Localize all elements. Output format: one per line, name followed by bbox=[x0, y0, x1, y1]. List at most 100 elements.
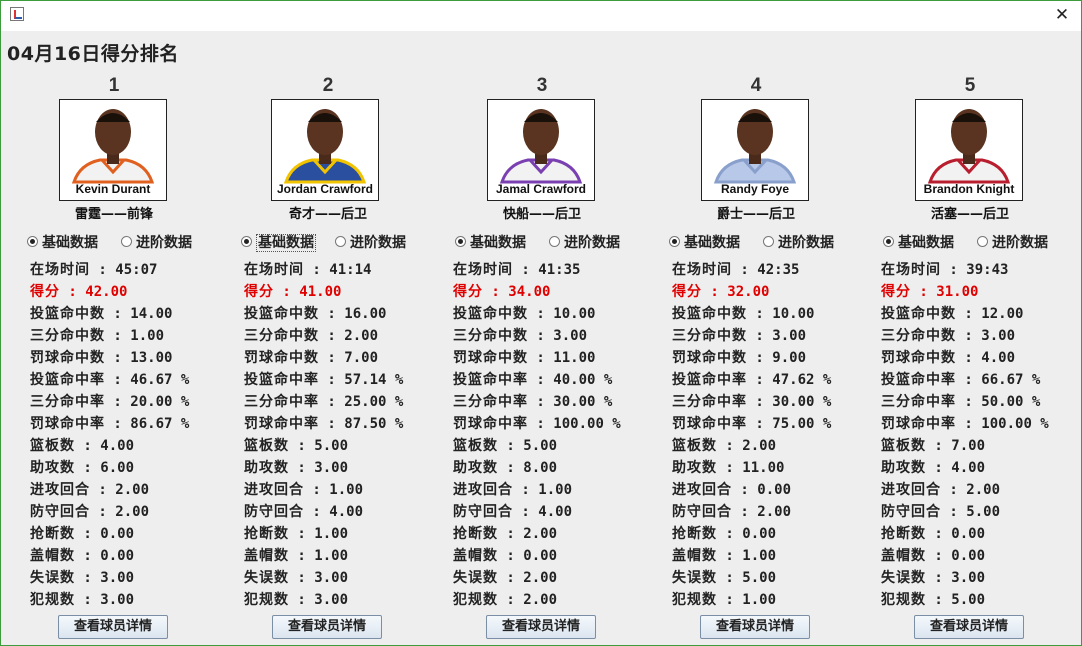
stat-row: 犯规数 : 1.00 bbox=[672, 589, 831, 611]
stat-row: 助攻数 : 11.00 bbox=[672, 457, 831, 479]
stat-separator: : bbox=[926, 438, 952, 454]
radio-advanced-data[interactable]: 进阶数据 bbox=[335, 232, 406, 251]
team-position: 雷霆——前锋 bbox=[74, 207, 153, 222]
stat-value: 47.62 % bbox=[772, 372, 832, 388]
view-player-detail-button[interactable]: 查看球员详情 bbox=[58, 615, 168, 639]
stat-label: 助攻数 bbox=[453, 460, 498, 476]
radio-basic-label: 基础数据 bbox=[898, 235, 954, 251]
stat-row: 篮板数 : 7.00 bbox=[881, 435, 1049, 457]
radio-advanced-data[interactable]: 进阶数据 bbox=[763, 232, 834, 251]
stat-label: 篮板数 bbox=[453, 438, 498, 454]
stat-row: 盖帽数 : 0.00 bbox=[30, 545, 189, 567]
stat-label: 抢断数 bbox=[30, 526, 75, 542]
team-position: 快船——后卫 bbox=[502, 207, 581, 222]
stat-row: 犯规数 : 3.00 bbox=[244, 589, 403, 611]
stat-row: 抢断数 : 0.00 bbox=[30, 523, 189, 545]
stat-separator: : bbox=[319, 372, 345, 388]
radio-advanced-data[interactable]: 进阶数据 bbox=[549, 232, 620, 251]
stat-label: 抢断数 bbox=[881, 526, 926, 542]
stat-separator: : bbox=[289, 570, 315, 586]
stat-value: 4.00 bbox=[329, 504, 364, 520]
stat-row: 抢断数 : 1.00 bbox=[244, 523, 403, 545]
team-position: 奇才——后卫 bbox=[288, 207, 367, 222]
stat-separator: : bbox=[90, 482, 116, 498]
radio-basic-data[interactable]: 基础数据 bbox=[241, 232, 316, 252]
radio-basic-data[interactable]: 基础数据 bbox=[883, 232, 954, 251]
stat-value: 3.00 bbox=[553, 328, 588, 344]
player-column: 3 Jamal Crawford 快船——后卫 基础数据 进阶数据 在场时间 : 41:3… bbox=[435, 1, 649, 645]
stat-value: 1.00 bbox=[329, 482, 364, 498]
radio-selected-icon[interactable] bbox=[669, 235, 680, 247]
stat-row: 篮板数 : 5.00 bbox=[453, 435, 621, 457]
stat-value: 2.00 bbox=[523, 526, 558, 542]
stat-separator: : bbox=[926, 548, 952, 564]
radio-selected-icon[interactable] bbox=[27, 235, 38, 247]
player-name: Kevin Durant bbox=[75, 182, 151, 196]
stat-row: 盖帽数 : 1.00 bbox=[244, 545, 403, 567]
stat-value: 42.00 bbox=[85, 284, 128, 300]
app-window: ✕ 04月16日得分排名 1 Kevin Durant 雷霆——前锋 基础数据 进阶数据… bbox=[0, 0, 1082, 646]
radio-unselected-icon[interactable] bbox=[335, 235, 346, 247]
radio-basic-data[interactable]: 基础数据 bbox=[455, 232, 526, 251]
radio-basic-data[interactable]: 基础数据 bbox=[27, 232, 98, 251]
stat-label: 盖帽数 bbox=[881, 548, 926, 564]
radio-selected-icon[interactable] bbox=[883, 235, 894, 247]
stat-value: 10.00 bbox=[772, 306, 815, 322]
radio-basic-data[interactable]: 基础数据 bbox=[669, 232, 740, 251]
stat-separator: : bbox=[702, 284, 728, 300]
stat-separator: : bbox=[732, 504, 758, 520]
stat-label: 失误数 bbox=[672, 570, 717, 586]
stat-value: 31.00 bbox=[936, 284, 979, 300]
team-position: 活塞——后卫 bbox=[930, 207, 1009, 222]
stats-list: 在场时间 : 39:43 得分 : 31.00 投篮命中数 : 12.00 三分命中数… bbox=[881, 259, 1049, 611]
stat-row: 三分命中数 : 1.00 bbox=[30, 325, 189, 347]
view-player-detail-button[interactable]: 查看球员详情 bbox=[914, 615, 1024, 639]
player-column: 4 Randy Foye 爵士——后卫 基础数据 进阶数据 在场时间 : 42:35 得分 … bbox=[649, 1, 863, 645]
radio-advanced-data[interactable]: 进阶数据 bbox=[977, 232, 1048, 251]
hair-shape bbox=[524, 113, 558, 122]
stat-row: 投篮命中数 : 16.00 bbox=[244, 303, 403, 325]
stat-row: 三分命中数 : 2.00 bbox=[244, 325, 403, 347]
stat-separator: : bbox=[926, 570, 952, 586]
stat-row: 投篮命中率 : 40.00 % bbox=[453, 369, 621, 391]
stat-label: 三分命中数 bbox=[244, 328, 319, 344]
stat-label: 三分命中率 bbox=[881, 394, 956, 410]
stat-separator: : bbox=[75, 548, 101, 564]
radio-unselected-icon[interactable] bbox=[549, 235, 560, 247]
stat-row: 抢断数 : 0.00 bbox=[881, 523, 1049, 545]
stat-row: 盖帽数 : 0.00 bbox=[881, 545, 1049, 567]
stat-label: 投篮命中数 bbox=[881, 306, 956, 322]
stat-separator: : bbox=[528, 394, 554, 410]
stat-separator: : bbox=[941, 262, 967, 278]
hair-shape bbox=[308, 113, 342, 122]
view-player-detail-button[interactable]: 查看球员详情 bbox=[486, 615, 596, 639]
stat-label: 进攻回合 bbox=[453, 482, 513, 498]
rank-number: 4 bbox=[750, 75, 762, 96]
radio-advanced-label: 进阶数据 bbox=[778, 235, 834, 251]
stat-value: 34.00 bbox=[508, 284, 551, 300]
stat-label: 罚球命中数 bbox=[881, 350, 956, 366]
player-column: 5 Brandon Knight 活塞——后卫 基础数据 进阶数据 在场时间 : 39:4… bbox=[863, 1, 1077, 645]
stats-list: 在场时间 : 41:35 得分 : 34.00 投篮命中数 : 10.00 三分命中数… bbox=[453, 259, 621, 611]
stat-label: 犯规数 bbox=[881, 592, 926, 608]
stat-separator: : bbox=[498, 592, 524, 608]
stat-row: 得分 : 34.00 bbox=[453, 281, 621, 303]
stat-separator: : bbox=[732, 482, 758, 498]
stat-value: 4.00 bbox=[981, 350, 1016, 366]
radio-selected-icon[interactable] bbox=[241, 235, 252, 247]
radio-unselected-icon[interactable] bbox=[977, 235, 988, 247]
stat-value: 41:14 bbox=[329, 262, 372, 278]
stat-separator: : bbox=[747, 416, 773, 432]
view-player-detail-button[interactable]: 查看球员详情 bbox=[272, 615, 382, 639]
radio-selected-icon[interactable] bbox=[455, 235, 466, 247]
radio-advanced-data[interactable]: 进阶数据 bbox=[121, 232, 192, 251]
stat-row: 罚球命中率 : 87.50 % bbox=[244, 413, 403, 435]
radio-unselected-icon[interactable] bbox=[763, 235, 774, 247]
stat-separator: : bbox=[747, 306, 773, 322]
view-player-detail-button[interactable]: 查看球员详情 bbox=[700, 615, 810, 639]
radio-unselected-icon[interactable] bbox=[121, 235, 132, 247]
stat-value: 46.67 % bbox=[130, 372, 190, 388]
stat-row: 三分命中率 : 25.00 % bbox=[244, 391, 403, 413]
stat-row: 投篮命中数 : 14.00 bbox=[30, 303, 189, 325]
stat-separator: : bbox=[747, 350, 773, 366]
